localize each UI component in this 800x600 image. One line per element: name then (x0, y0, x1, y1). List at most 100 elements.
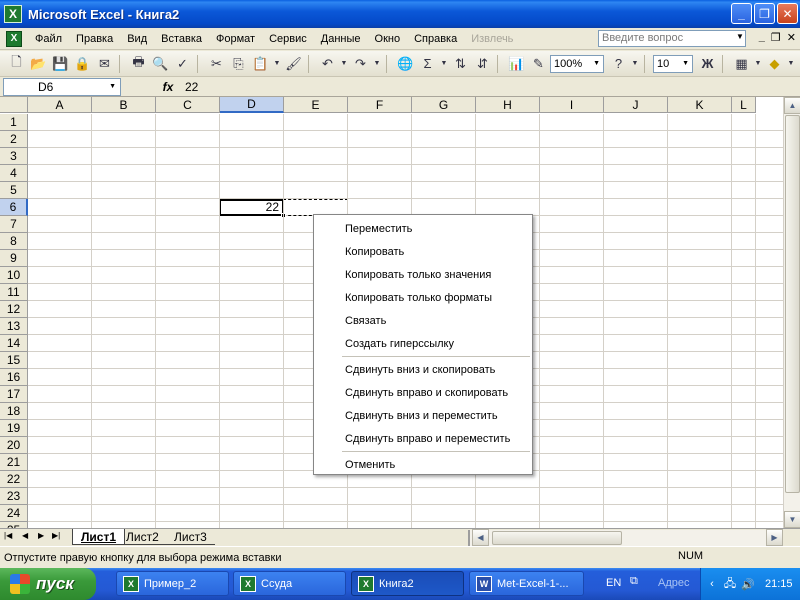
row-header-10[interactable]: 10 (0, 267, 28, 284)
scroll-down-icon[interactable]: ▼ (784, 511, 800, 528)
horizontal-scrollbar[interactable]: ◀ ▶ (468, 529, 783, 546)
menu-help[interactable]: Справка (407, 33, 464, 45)
network-icon[interactable]: 🖧 (723, 577, 737, 591)
volume-icon[interactable]: 🔊 (741, 577, 755, 591)
scroll-right-icon[interactable]: ▶ (766, 529, 783, 546)
column-header-i[interactable]: I (540, 97, 604, 113)
cancel-item[interactable]: Отменить (314, 453, 532, 476)
paste-dropdown-icon[interactable]: ▼ (272, 54, 282, 74)
tab-sheet-2[interactable]: Лист2 (118, 529, 167, 545)
row-header-11[interactable]: 11 (0, 284, 28, 301)
scroll-left-icon[interactable]: ◀ (472, 529, 489, 546)
taskbar-item-word-doc[interactable]: W Met-Excel-1-... (469, 571, 584, 596)
copy-icon[interactable]: ⎘ (228, 54, 249, 74)
email-icon[interactable]: ✉ (94, 54, 115, 74)
column-header-g[interactable]: G (412, 97, 476, 113)
workbook-close-button[interactable]: ✕ (787, 31, 796, 44)
sort-ascending-icon[interactable]: ⇅ (450, 54, 471, 74)
restore-button[interactable]: ❐ (754, 3, 775, 24)
column-header-j[interactable]: J (604, 97, 668, 113)
move-here-item[interactable]: Переместить (314, 217, 532, 240)
row-header-16[interactable]: 16 (0, 369, 28, 386)
tab-sheet-3[interactable]: Лист3 (166, 529, 215, 545)
row-header-1[interactable]: 1 (0, 114, 28, 131)
row-header-13[interactable]: 13 (0, 318, 28, 335)
fill-color-icon[interactable]: ◆ (764, 54, 785, 74)
taskbar-item-loan[interactable]: X Ссуда (233, 571, 346, 596)
row-header-22[interactable]: 22 (0, 471, 28, 488)
column-header-f[interactable]: F (348, 97, 412, 113)
menu-view[interactable]: Вид (120, 33, 154, 45)
cut-icon[interactable]: ✂ (206, 54, 227, 74)
menu-tools[interactable]: Сервис (262, 33, 314, 45)
copy-here-item[interactable]: Копировать (314, 240, 532, 263)
workbook-icon[interactable]: X (6, 30, 22, 47)
font-size-select[interactable]: 10 ▼ (653, 54, 693, 73)
vertical-scroll-thumb[interactable] (785, 115, 800, 493)
menu-data[interactable]: Данные (314, 33, 368, 45)
scroll-up-icon[interactable]: ▲ (784, 97, 800, 114)
menu-file[interactable]: Файл (28, 33, 69, 45)
undo-dropdown-icon[interactable]: ▼ (339, 54, 349, 74)
chevron-down-icon[interactable]: ▼ (736, 32, 744, 41)
sort-descending-icon[interactable]: ⇵ (472, 54, 493, 74)
column-header-e[interactable]: E (284, 97, 348, 113)
column-header-c[interactable]: C (156, 97, 220, 113)
menu-edit[interactable]: Правка (69, 33, 120, 45)
open-folder-icon[interactable]: 📂 (28, 54, 49, 74)
help-dropdown-icon[interactable]: ▼ (630, 54, 640, 74)
autosum-icon[interactable]: Σ (417, 54, 438, 74)
taskbar-item-example[interactable]: X Пример_2 (116, 571, 229, 596)
row-header-4[interactable]: 4 (0, 165, 28, 182)
row-header-5[interactable]: 5 (0, 182, 28, 199)
row-header-2[interactable]: 2 (0, 131, 28, 148)
bold-button[interactable]: Ж (697, 54, 718, 74)
name-box[interactable]: D6 ▼ (3, 77, 121, 96)
permissions-icon[interactable]: 🔒 (72, 54, 93, 74)
link-here-item[interactable]: Связать (314, 309, 532, 332)
row-header-20[interactable]: 20 (0, 437, 28, 454)
copy-formats-only-item[interactable]: Копировать только форматы (314, 286, 532, 309)
column-header-b[interactable]: B (92, 97, 156, 113)
menu-insert[interactable]: Вставка (154, 33, 209, 45)
language-indicator[interactable]: EN (606, 577, 621, 589)
row-header-24[interactable]: 24 (0, 505, 28, 522)
row-header-8[interactable]: 8 (0, 233, 28, 250)
insert-function-icon[interactable]: fx (151, 80, 185, 94)
column-header-d[interactable]: D (220, 97, 284, 113)
menu-window[interactable]: Окно (368, 33, 408, 45)
save-icon[interactable]: 💾 (50, 54, 71, 74)
shift-right-move-item[interactable]: Сдвинуть вправо и переместить (314, 427, 532, 450)
shift-down-copy-item[interactable]: Сдвинуть вниз и скопировать (314, 358, 532, 381)
print-preview-icon[interactable]: 🔍 (150, 54, 171, 74)
column-header-h[interactable]: H (476, 97, 540, 113)
taskbar-item-book2[interactable]: X Книга2 (351, 571, 464, 596)
redo-dropdown-icon[interactable]: ▼ (372, 54, 382, 74)
minimize-button[interactable]: _ (731, 3, 752, 24)
zoom-select[interactable]: 100% ▼ (550, 54, 604, 73)
print-icon[interactable]: 🖶 (128, 54, 149, 74)
borders-dropdown-icon[interactable]: ▼ (753, 54, 763, 74)
redo-icon[interactable]: ↷ (350, 54, 371, 74)
row-header-23[interactable]: 23 (0, 488, 28, 505)
next-sheet-icon[interactable]: ▶ (38, 531, 44, 540)
row-header-18[interactable]: 18 (0, 403, 28, 420)
row-header-15[interactable]: 15 (0, 352, 28, 369)
row-header-19[interactable]: 19 (0, 420, 28, 437)
first-sheet-icon[interactable]: |◀ (4, 531, 12, 540)
shift-right-copy-item[interactable]: Сдвинуть вправо и скопировать (314, 381, 532, 404)
excel-app-icon[interactable]: X (4, 5, 22, 23)
drawing-icon[interactable]: ✎ (528, 54, 549, 74)
undo-icon[interactable]: ↶ (317, 54, 338, 74)
active-cell[interactable]: 22 (219, 199, 284, 216)
fill-color-dropdown-icon[interactable]: ▼ (786, 54, 796, 74)
last-sheet-icon[interactable]: ▶| (52, 531, 60, 540)
create-hyperlink-item[interactable]: Создать гиперссылку (314, 332, 532, 355)
row-header-7[interactable]: 7 (0, 216, 28, 233)
paste-icon[interactable]: 📋 (250, 54, 271, 74)
shift-down-move-item[interactable]: Сдвинуть вниз и переместить (314, 404, 532, 427)
tray-expand-icon[interactable]: ‹ (705, 577, 719, 591)
row-header-21[interactable]: 21 (0, 454, 28, 471)
row-header-6[interactable]: 6 (0, 199, 28, 216)
help-icon[interactable]: ? (608, 54, 629, 74)
